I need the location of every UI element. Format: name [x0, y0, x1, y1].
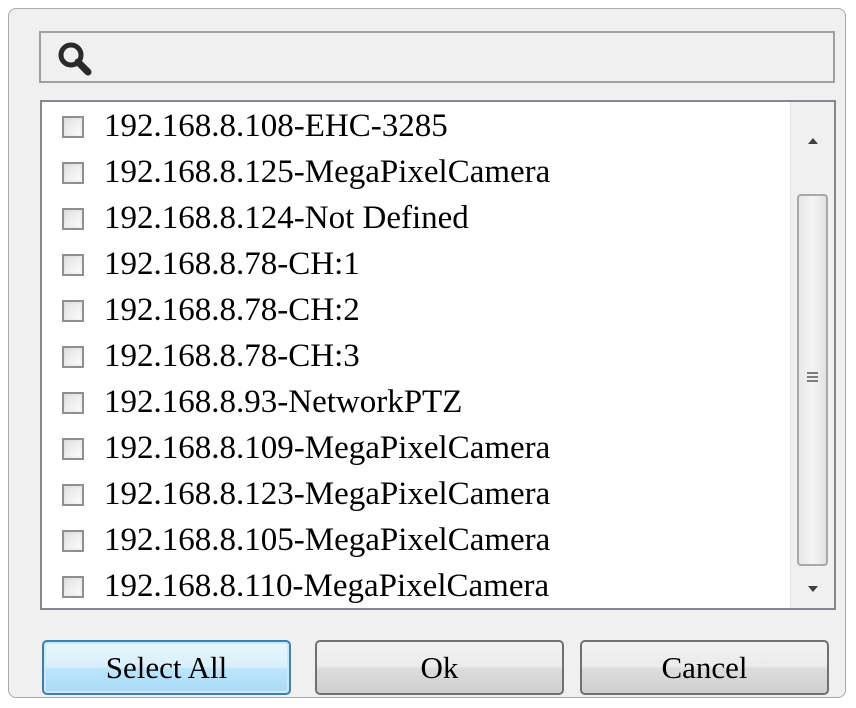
- list-item-label: 192.168.8.110-MegaPixelCamera: [104, 568, 550, 604]
- search-icon: [55, 39, 95, 79]
- list-item[interactable]: 192.168.8.105-MegaPixelCamera: [42, 518, 790, 562]
- list-item-label: 192.168.8.125-MegaPixelCamera: [104, 154, 551, 190]
- device-select-dialog: 192.168.8.108-EHC-3285 192.168.8.125-Meg…: [8, 8, 846, 698]
- list-item-label: 192.168.8.105-MegaPixelCamera: [104, 522, 551, 558]
- cancel-button[interactable]: Cancel: [580, 640, 829, 695]
- list-item[interactable]: 192.168.8.125-MegaPixelCamera: [42, 150, 790, 194]
- list-item-label: 192.168.8.93-NetworkPTZ: [104, 384, 463, 420]
- scroll-thumb[interactable]: [797, 194, 828, 566]
- list-item[interactable]: 192.168.8.78-CH:2: [42, 288, 790, 332]
- list-item[interactable]: 192.168.8.110-MegaPixelCamera: [42, 564, 790, 608]
- list-item[interactable]: 192.168.8.124-Not Defined: [42, 196, 790, 240]
- list-item[interactable]: 192.168.8.93-NetworkPTZ: [42, 380, 790, 424]
- list-item-label: 192.168.8.124-Not Defined: [104, 200, 469, 236]
- device-list-items: 192.168.8.108-EHC-3285 192.168.8.125-Meg…: [42, 102, 790, 608]
- list-item-label: 192.168.8.108-EHC-3285: [104, 108, 448, 144]
- chevron-down-icon: [806, 581, 820, 599]
- checkbox[interactable]: [62, 576, 84, 598]
- checkbox[interactable]: [62, 162, 84, 184]
- list-item-label: 192.168.8.78-CH:2: [104, 292, 360, 328]
- scroll-down-button[interactable]: [791, 568, 835, 612]
- list-item[interactable]: 192.168.8.78-CH:3: [42, 334, 790, 378]
- checkbox[interactable]: [62, 530, 84, 552]
- grip-icon: [807, 370, 818, 382]
- checkbox[interactable]: [62, 392, 84, 414]
- vertical-scrollbar[interactable]: [790, 102, 834, 608]
- list-item[interactable]: 192.168.8.109-MegaPixelCamera: [42, 426, 790, 470]
- checkbox[interactable]: [62, 346, 84, 368]
- list-item-label: 192.168.8.109-MegaPixelCamera: [104, 430, 551, 466]
- chevron-up-icon: [806, 133, 820, 151]
- list-item-label: 192.168.8.123-MegaPixelCamera: [104, 476, 551, 512]
- select-all-button[interactable]: Select All: [42, 640, 291, 695]
- list-item-label: 192.168.8.78-CH:3: [104, 338, 360, 374]
- checkbox[interactable]: [62, 208, 84, 230]
- checkbox[interactable]: [62, 254, 84, 276]
- checkbox[interactable]: [62, 484, 84, 506]
- checkbox[interactable]: [62, 438, 84, 460]
- checkbox[interactable]: [62, 116, 84, 138]
- checkbox[interactable]: [62, 300, 84, 322]
- list-item[interactable]: 192.168.8.108-EHC-3285: [42, 104, 790, 148]
- list-item-label: 192.168.8.78-CH:1: [104, 246, 360, 282]
- search-box[interactable]: [39, 31, 835, 83]
- list-item[interactable]: 192.168.8.123-MegaPixelCamera: [42, 472, 790, 516]
- device-list: 192.168.8.108-EHC-3285 192.168.8.125-Meg…: [40, 100, 836, 610]
- search-input[interactable]: [101, 39, 825, 77]
- scroll-up-button[interactable]: [791, 120, 835, 164]
- list-item[interactable]: 192.168.8.78-CH:1: [42, 242, 790, 286]
- ok-button[interactable]: Ok: [315, 640, 564, 695]
